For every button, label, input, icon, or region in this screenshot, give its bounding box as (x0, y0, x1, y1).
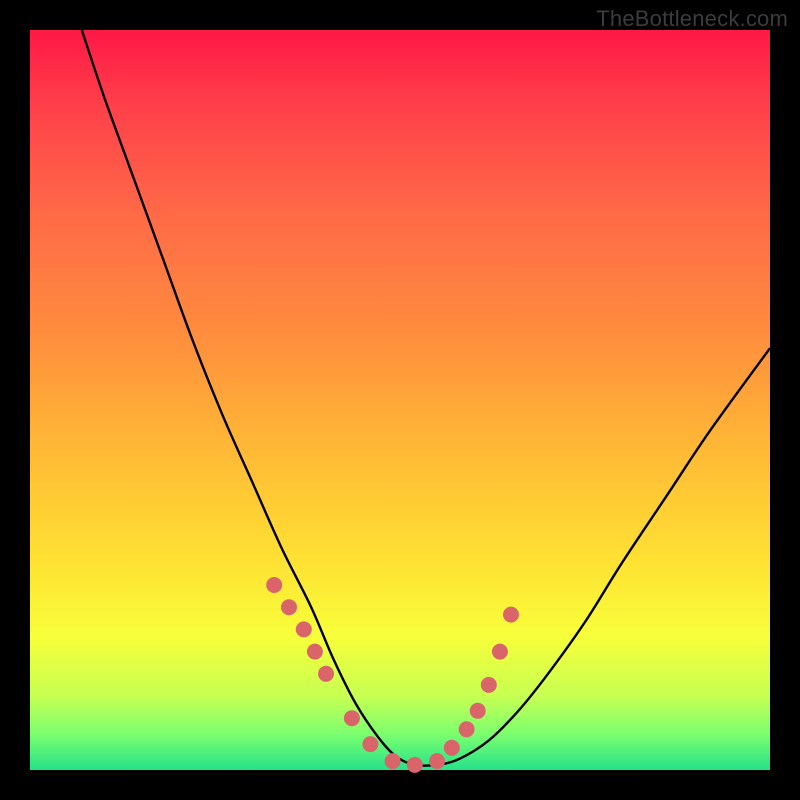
data-point (481, 677, 497, 693)
data-point (503, 607, 519, 623)
data-point (307, 644, 323, 660)
data-point (492, 644, 508, 660)
data-point (459, 721, 475, 737)
watermark-text: TheBottleneck.com (596, 6, 788, 32)
data-point (362, 736, 378, 752)
data-point (344, 710, 360, 726)
data-point (429, 753, 445, 769)
scatter-points (266, 577, 519, 773)
bottleneck-curve (82, 30, 770, 766)
data-point (470, 703, 486, 719)
data-point (318, 666, 334, 682)
data-point (385, 753, 401, 769)
chart-overlay (30, 30, 770, 770)
chart-frame: TheBottleneck.com (0, 0, 800, 800)
data-point (407, 757, 423, 773)
data-point (296, 621, 312, 637)
data-point (444, 740, 460, 756)
data-point (281, 599, 297, 615)
data-point (266, 577, 282, 593)
